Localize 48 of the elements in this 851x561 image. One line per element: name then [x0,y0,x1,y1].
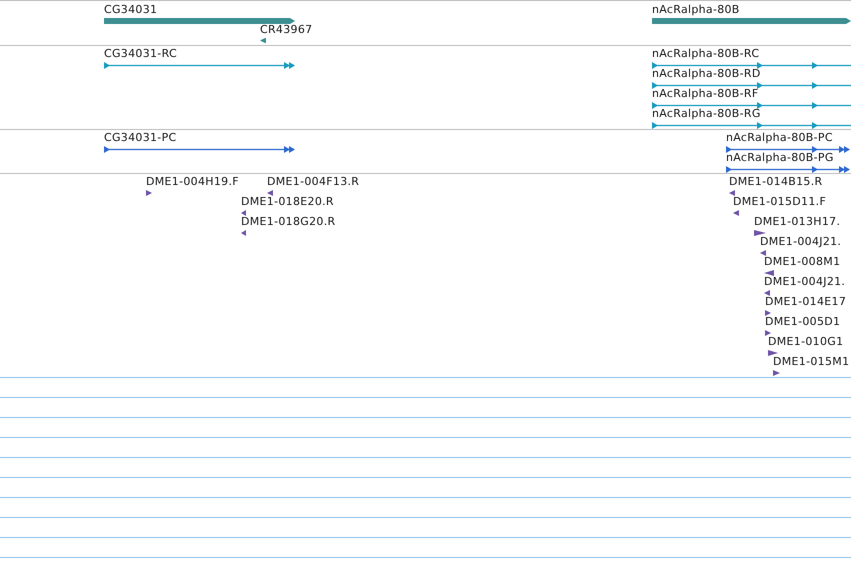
left-arrow-icon[interactable] [764,290,770,296]
right-arrow-icon[interactable] [773,370,780,376]
feature-label: DME1-004H19.F [146,175,239,189]
feature-label: DME1-014B15.R [729,175,822,189]
feature-label: nAcRalpha-80B-RG [652,107,761,121]
feature-label: nAcRalpha-80B-PC [726,131,833,145]
feature-label: DME1-015M1 [773,355,850,369]
feature-label: DME1-004F13.R [267,175,360,189]
feature-label: DME1-013H17. [754,215,840,229]
feature-label: CG34031 [104,3,158,17]
feature-label: DME1-015D11.F [733,195,826,209]
transcript-line[interactable] [726,146,851,153]
gene-arrow-icon[interactable] [260,38,266,43]
left-arrow-icon[interactable] [729,190,735,196]
left-arrow-icon[interactable] [760,250,766,256]
right-arrow-icon[interactable] [765,330,771,336]
transcript-line[interactable] [104,62,296,69]
feature-label: DME1-008M1 [764,255,840,269]
feature-label: CR43967 [260,23,312,37]
right-arrow-icon[interactable] [754,230,766,236]
left-arrow-icon[interactable] [241,210,246,216]
feature-label: DME1-014E17 [765,295,846,309]
transcript-line[interactable] [652,62,851,69]
left-arrow-icon[interactable] [241,230,246,236]
transcript-line[interactable] [104,146,296,153]
feature-label: nAcRalpha-80B-PG [726,151,834,165]
transcript-line[interactable] [652,82,851,89]
left-arrow-icon[interactable] [733,210,739,216]
feature-label: nAcRalpha-80B [652,3,740,17]
feature-label: nAcRalpha-80B-RD [652,67,761,81]
right-arrow-icon[interactable] [768,350,778,356]
transcript-line[interactable] [652,122,851,129]
transcript-line[interactable] [726,166,851,173]
left-arrow-icon[interactable] [764,270,774,276]
feature-label: nAcRalpha-80B-RC [652,47,760,61]
feature-label: DME1-005D1 [765,315,840,329]
transcript-line[interactable] [652,102,851,109]
right-arrow-icon[interactable] [146,190,152,196]
feature-label: DME1-004J21. [760,235,842,249]
feature-label: nAcRalpha-80B-RF [652,87,758,101]
feature-label: DME1-018E20.R [241,195,334,209]
feature-label: CG34031-RC [104,47,177,61]
feature-label: DME1-018G20.R [241,215,336,229]
left-arrow-icon[interactable] [267,190,273,196]
feature-label: CG34031-PC [104,131,176,145]
feature-label: DME1-004J21. [764,275,846,289]
right-arrow-icon[interactable] [765,310,771,316]
feature-label: DME1-010G1 [768,335,844,349]
